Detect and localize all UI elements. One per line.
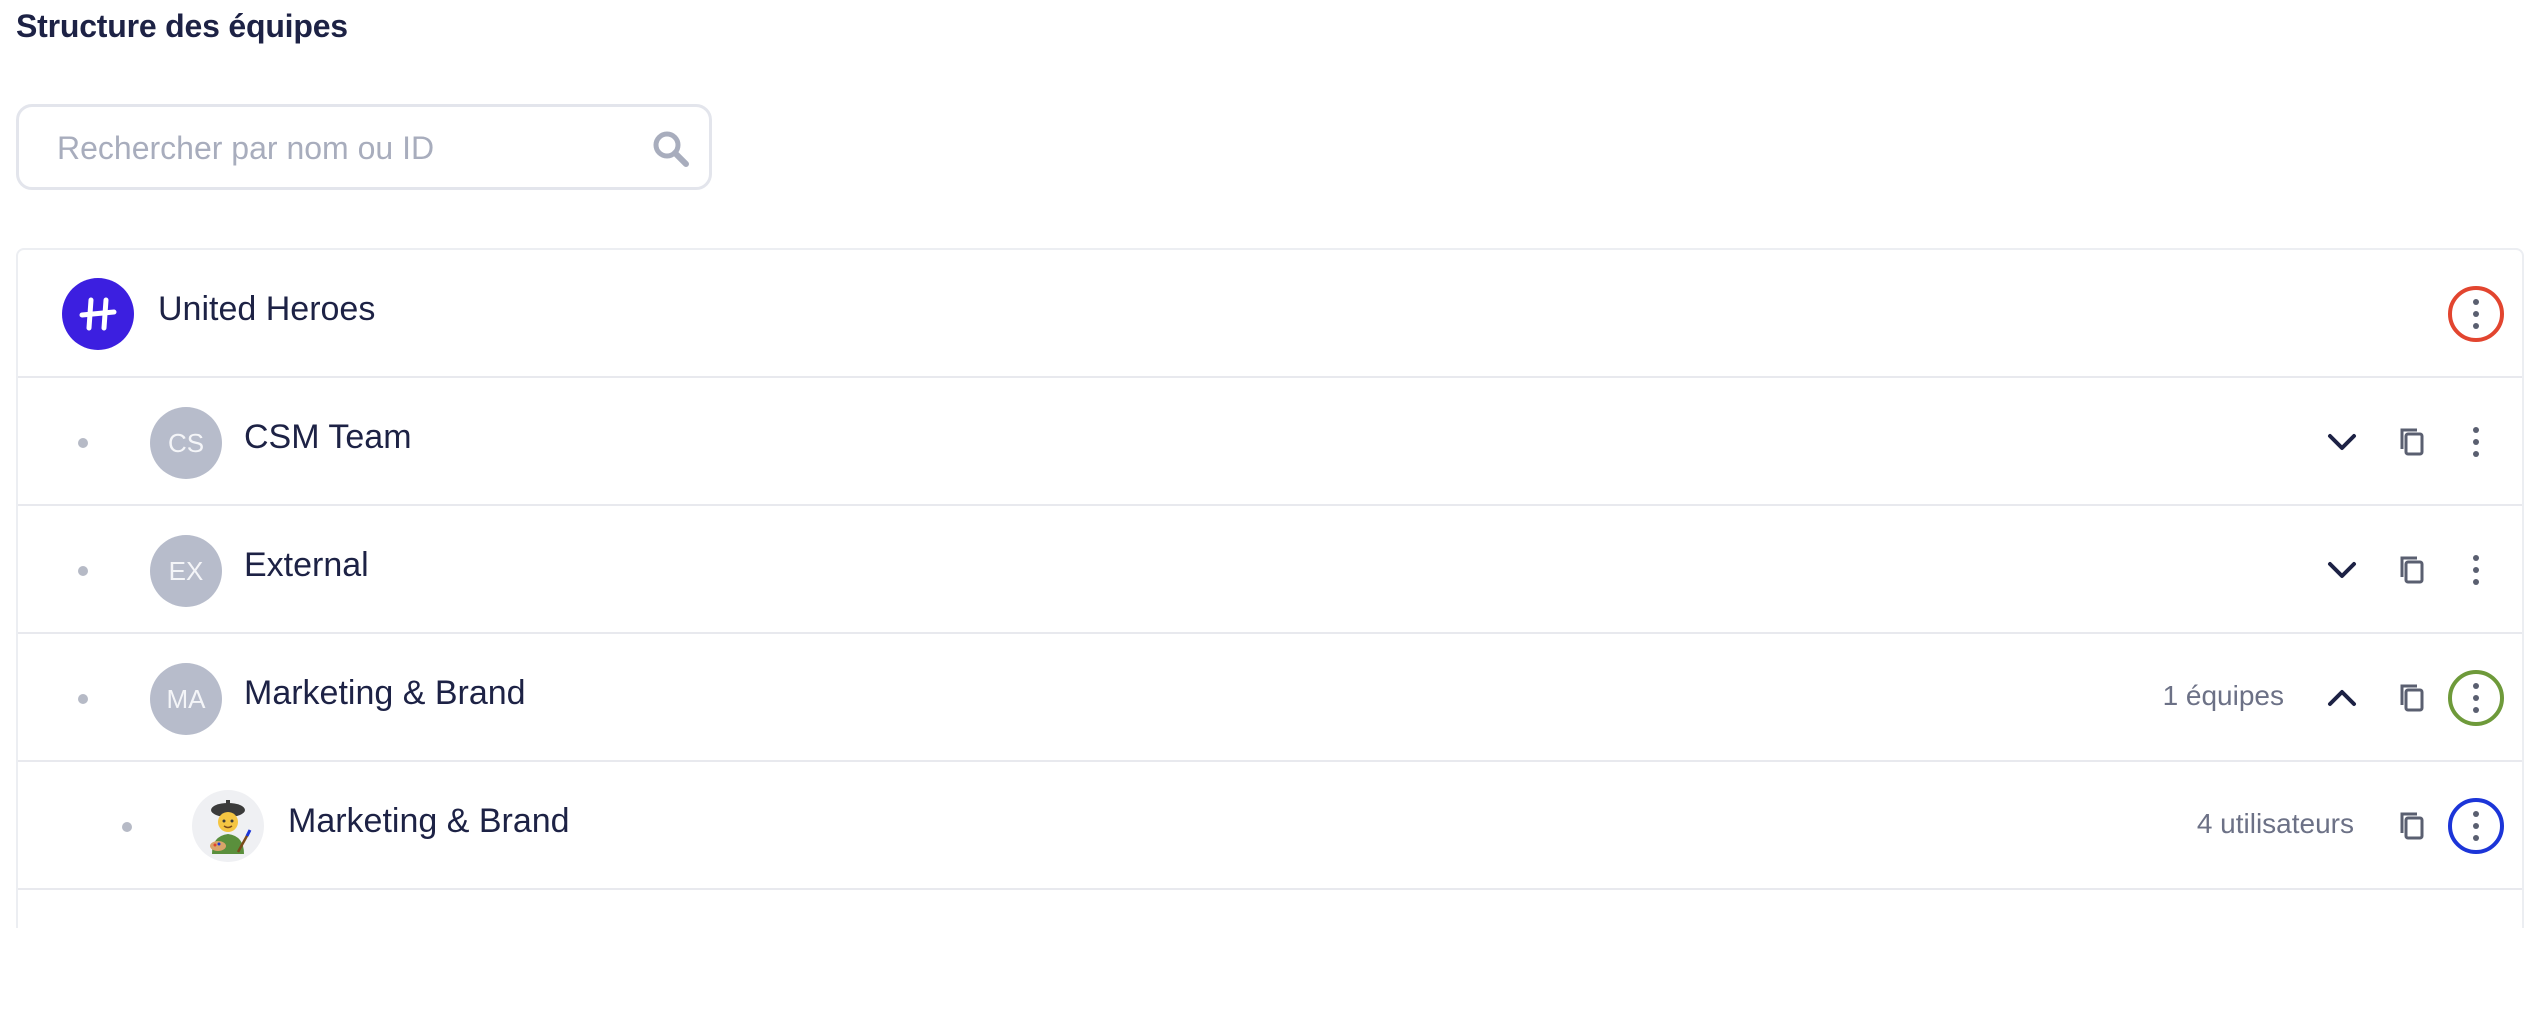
copy-icon[interactable] <box>2392 550 2432 590</box>
united-heroes-logo-icon <box>79 297 117 331</box>
team-avatar: EX <box>150 535 222 607</box>
team-avatar: MA <box>150 663 222 735</box>
subteam-avatar <box>192 790 264 862</box>
chevron-down-icon[interactable] <box>2320 420 2364 464</box>
tree-bullet <box>78 438 88 448</box>
tree-row-team[interactable]: MA Marketing & Brand 1 équipes <box>18 634 2522 762</box>
tree-bullet <box>78 694 88 704</box>
team-name: CSM Team <box>244 418 412 456</box>
more-options-icon[interactable] <box>2448 286 2504 342</box>
copy-icon[interactable] <box>2392 806 2432 846</box>
search-box[interactable] <box>16 104 712 190</box>
team-avatar: CS <box>150 407 222 479</box>
more-options-icon[interactable] <box>2448 542 2504 598</box>
tree-row-subteam[interactable]: Marketing & Brand 4 utilisateurs <box>18 762 2522 890</box>
subteam-count: 1 équipes <box>2162 680 2284 711</box>
organization-logo <box>62 278 134 350</box>
tree-bullet <box>78 566 88 576</box>
team-name: Marketing & Brand <box>244 674 526 712</box>
tree-row-empty <box>18 890 2522 1018</box>
subteam-name: Marketing & Brand <box>288 802 570 840</box>
copy-icon[interactable] <box>2392 422 2432 462</box>
tree-row-root[interactable]: United Heroes <box>18 250 2522 378</box>
chevron-up-icon[interactable] <box>2320 676 2364 720</box>
tree-row-team[interactable]: CS CSM Team <box>18 378 2522 506</box>
team-name: External <box>244 546 369 584</box>
user-count: 4 utilisateurs <box>2196 808 2354 839</box>
tree-bullet <box>122 822 132 832</box>
search-input[interactable] <box>55 107 619 189</box>
more-options-icon[interactable] <box>2448 670 2504 726</box>
more-options-icon[interactable] <box>2448 798 2504 854</box>
tree-row-team[interactable]: EX External <box>18 506 2522 634</box>
chevron-down-icon[interactable] <box>2320 548 2364 592</box>
painter-emoji-icon <box>210 800 252 854</box>
page-title: Structure des équipes <box>16 8 348 44</box>
search-icon[interactable] <box>651 129 691 169</box>
more-options-icon[interactable] <box>2448 414 2504 470</box>
team-tree: United Heroes CS CSM Team EX External MA… <box>16 248 2524 928</box>
copy-icon[interactable] <box>2392 678 2432 718</box>
organization-name: United Heroes <box>158 290 376 328</box>
